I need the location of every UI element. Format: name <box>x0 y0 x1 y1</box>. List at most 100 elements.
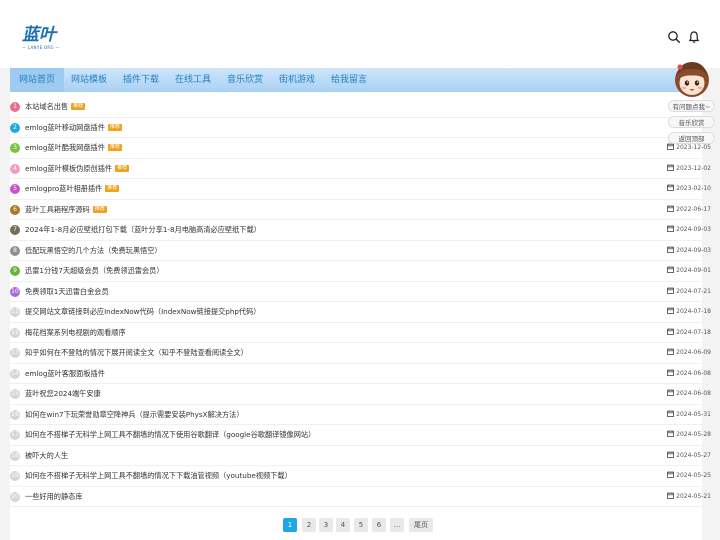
rank-number: 3 <box>10 143 20 153</box>
article-title-link[interactable]: 如何在win7下玩荣誉勋章空降神兵（提示需要安装PhysX解决方法） <box>25 405 244 425</box>
article-title-link[interactable]: emlog蓝叶客服面板插件 <box>25 364 105 384</box>
rank-number: 11 <box>10 307 20 317</box>
list-item[interactable]: 19 如何在不搭梯子无科学上网工具不翻墙的情况下下载油管视频（youtube视频下… <box>10 466 711 487</box>
rank-number: 4 <box>10 163 20 174</box>
page-5[interactable]: 5 <box>354 518 368 532</box>
article-title-text: 本站域名出售 <box>25 102 69 111</box>
back-to-top-button[interactable]: 返回顶部 <box>668 132 715 144</box>
calendar-icon <box>667 348 676 356</box>
rank-number: 18 <box>10 450 20 461</box>
list-item[interactable]: 16 如何在win7下玩荣誉勋章空降神兵（提示需要安装PhysX解决方法） 2024… <box>10 405 711 425</box>
nav-item-home[interactable]: 网站首页 <box>10 68 65 92</box>
list-item[interactable]: 20 一些好用的静态库 2024-05-21 <box>10 487 711 507</box>
post-date: 2023-02-10 <box>667 179 711 199</box>
post-date: 2024-05-25 <box>667 466 711 486</box>
page-2[interactable]: 2 <box>302 518 316 532</box>
article-title-text: 蓝叶祝您2024端午安康 <box>25 389 101 398</box>
search-icon[interactable] <box>667 29 681 44</box>
rank-number: 17 <box>10 430 20 440</box>
post-date-text: 2024-05-25 <box>676 472 711 479</box>
article-title-text: 免费领取1天迅雷白金会员 <box>25 286 109 296</box>
list-item[interactable]: 4 emlog蓝叶模板伪原创插件 推荐 2023-12-02 <box>10 159 711 179</box>
rank-number: 20 <box>10 491 20 502</box>
post-date-text: 2024-06-08 <box>676 390 711 397</box>
post-date: 2024-09-03 <box>667 241 711 261</box>
article-title-link[interactable]: 提交网站文章链接到必应IndexNow代码（IndexNow链接提交php代码） <box>25 302 261 322</box>
site-logo[interactable]: 蓝叶 — LANYE.ORG — <box>22 26 62 56</box>
article-title-link[interactable]: 迅雷1分钱7天超级会员（免费领迅雷会员） <box>25 261 164 281</box>
page-6[interactable]: 6 <box>372 518 386 532</box>
article-title-text: 梅花档案系列电视剧的观看顺序 <box>25 327 126 337</box>
calendar-icon <box>667 286 676 295</box>
post-date-text: 2022-06-17 <box>676 205 711 213</box>
logo-text: 蓝叶 <box>22 25 56 45</box>
article-title-link[interactable]: 如何在不搭梯子无科学上网工具不翻墙的情况下使用谷歌翻译（google谷歌翻译镜像… <box>25 425 315 445</box>
post-date-text: 2024-05-28 <box>676 431 711 438</box>
article-title-link[interactable]: 如何在不搭梯子无科学上网工具不翻墙的情况下下载油管视频（youtube视频下载） <box>25 466 292 486</box>
nav-item-games[interactable]: 街机游戏 <box>270 68 324 92</box>
article-title-text: emlog蓝叶移动网盘插件 <box>25 122 105 132</box>
post-date-text: 2024-09-01 <box>676 267 711 274</box>
article-title-link[interactable]: 一些好用的静态库 <box>25 487 83 507</box>
nav-item-templates[interactable]: 网站模板 <box>62 68 116 92</box>
post-date: 2024-05-21 <box>667 487 711 507</box>
page-1[interactable]: 1 <box>283 518 297 532</box>
article-title-link[interactable]: 知乎如何在不登陆的情况下展开阅读全文（知乎不登陆查看阅读全文） <box>25 343 248 363</box>
article-title-link[interactable]: 蓝叶工具箱程序源码 推荐 <box>25 200 107 220</box>
calendar-icon <box>667 184 676 192</box>
rank-number: 15 <box>10 389 20 399</box>
list-item[interactable]: 5 emlogpro蓝叶相册插件 推荐 2023-02-10 <box>10 179 711 200</box>
recommend-badge: 推荐 <box>107 123 122 131</box>
rank-number: 14 <box>10 368 20 379</box>
list-item[interactable]: 8 低配玩黑悟空的几个方法（免费玩黑悟空） 2024-09-03 <box>10 241 711 261</box>
list-item[interactable]: 9 迅雷1分钱7天超级会员（免费领迅雷会员） 2024-09-01 <box>10 261 711 282</box>
article-title-text: 如何在不搭梯子无科学上网工具不翻墙的情况下下载油管视频（youtube视频下载） <box>25 471 292 480</box>
bell-icon[interactable] <box>687 29 701 43</box>
nav-item-guestbook[interactable]: 给我留言 <box>322 68 376 92</box>
article-title-text: 蓝叶工具箱程序源码 <box>25 204 90 214</box>
list-item[interactable]: 17 如何在不搭梯子无科学上网工具不翻墙的情况下使用谷歌翻译（google谷歌翻译… <box>10 425 711 446</box>
list-item[interactable]: 14 emlog蓝叶客服面板插件 2024-06-08 <box>10 364 711 384</box>
article-title-link[interactable]: 本站域名出售 推荐 <box>25 97 86 117</box>
article-title-link[interactable]: emlog蓝叶移动网盘插件 推荐 <box>25 118 122 138</box>
list-item[interactable]: 12 梅花档案系列电视剧的观看顺序 2024-07-18 <box>10 323 711 343</box>
page-4[interactable]: 4 <box>336 518 350 532</box>
article-title-link[interactable]: 梅花档案系列电视剧的观看顺序 <box>25 323 126 343</box>
article-title-link[interactable]: emlog蓝叶模板伪原创插件 推荐 <box>25 159 130 179</box>
post-date-text: 2024-07-18 <box>676 328 711 336</box>
article-title-text: 迅雷1分钱7天超级会员（免费领迅雷会员） <box>25 266 164 275</box>
list-item[interactable]: 18 被吓大的人生 2024-05-27 <box>10 446 711 466</box>
post-date: 2024-06-08 <box>667 384 711 404</box>
rank-number: 5 <box>10 184 20 194</box>
help-button[interactable]: 有问题点我~ <box>668 100 715 112</box>
list-item[interactable]: 6 蓝叶工具箱程序源码 推荐 2022-06-17 <box>10 200 711 220</box>
article-title-link[interactable]: 2024年1-8月必应壁纸打包下载（蓝叶分享1-8月电脑高清必应壁纸下载） <box>25 220 261 240</box>
list-item[interactable]: 7 2024年1-8月必应壁纸打包下载（蓝叶分享1-8月电脑高清必应壁纸下载） 20… <box>10 220 711 241</box>
calendar-icon <box>667 245 676 254</box>
article-title-link[interactable]: 被吓大的人生 <box>25 446 68 466</box>
rank-number: 9 <box>10 266 20 276</box>
calendar-icon <box>667 327 676 336</box>
nav-item-tools[interactable]: 在线工具 <box>166 68 220 92</box>
list-item[interactable]: 1 本站域名出售 推荐 <box>10 97 702 118</box>
list-item[interactable]: 3 emlog蓝叶酷我网盘插件 推荐 2023-12-05 <box>10 138 711 159</box>
mascot-avatar[interactable] <box>672 58 712 100</box>
article-title-link[interactable]: emlogpro蓝叶相册插件 推荐 <box>25 179 120 199</box>
recommend-badge: 推荐 <box>71 103 86 110</box>
list-item[interactable]: 10 免费领取1天迅雷白金会员 2024-07-21 <box>10 282 711 302</box>
page-last[interactable]: 尾页 <box>409 518 433 532</box>
music-button[interactable]: 音乐欣赏 <box>668 116 715 128</box>
nav-item-plugins[interactable]: 插件下载 <box>114 68 168 92</box>
list-item[interactable]: 15 蓝叶祝您2024端午安康 2024-06-08 <box>10 384 711 405</box>
site-header: 蓝叶 — LANYE.ORG — <box>0 0 720 68</box>
article-title-link[interactable]: 蓝叶祝您2024端午安康 <box>25 384 101 404</box>
list-item[interactable]: 2 emlog蓝叶移动网盘插件 推荐 <box>10 118 702 138</box>
nav-item-music[interactable]: 音乐欣赏 <box>218 68 272 92</box>
post-date-text: 2024-06-08 <box>676 369 711 377</box>
article-title-link[interactable]: 低配玩黑悟空的几个方法（免费玩黑悟空） <box>25 241 162 261</box>
page-3[interactable]: 3 <box>319 518 333 532</box>
article-title-link[interactable]: emlog蓝叶酷我网盘插件 推荐 <box>25 138 122 158</box>
list-item[interactable]: 13 知乎如何在不登陆的情况下展开阅读全文（知乎不登陆查看阅读全文） 2024-06… <box>10 343 711 364</box>
article-title-link[interactable]: 免费领取1天迅雷白金会员 <box>25 282 109 302</box>
list-item[interactable]: 11 提交网站文章链接到必应IndexNow代码（IndexNow链接提交php代… <box>10 302 711 323</box>
